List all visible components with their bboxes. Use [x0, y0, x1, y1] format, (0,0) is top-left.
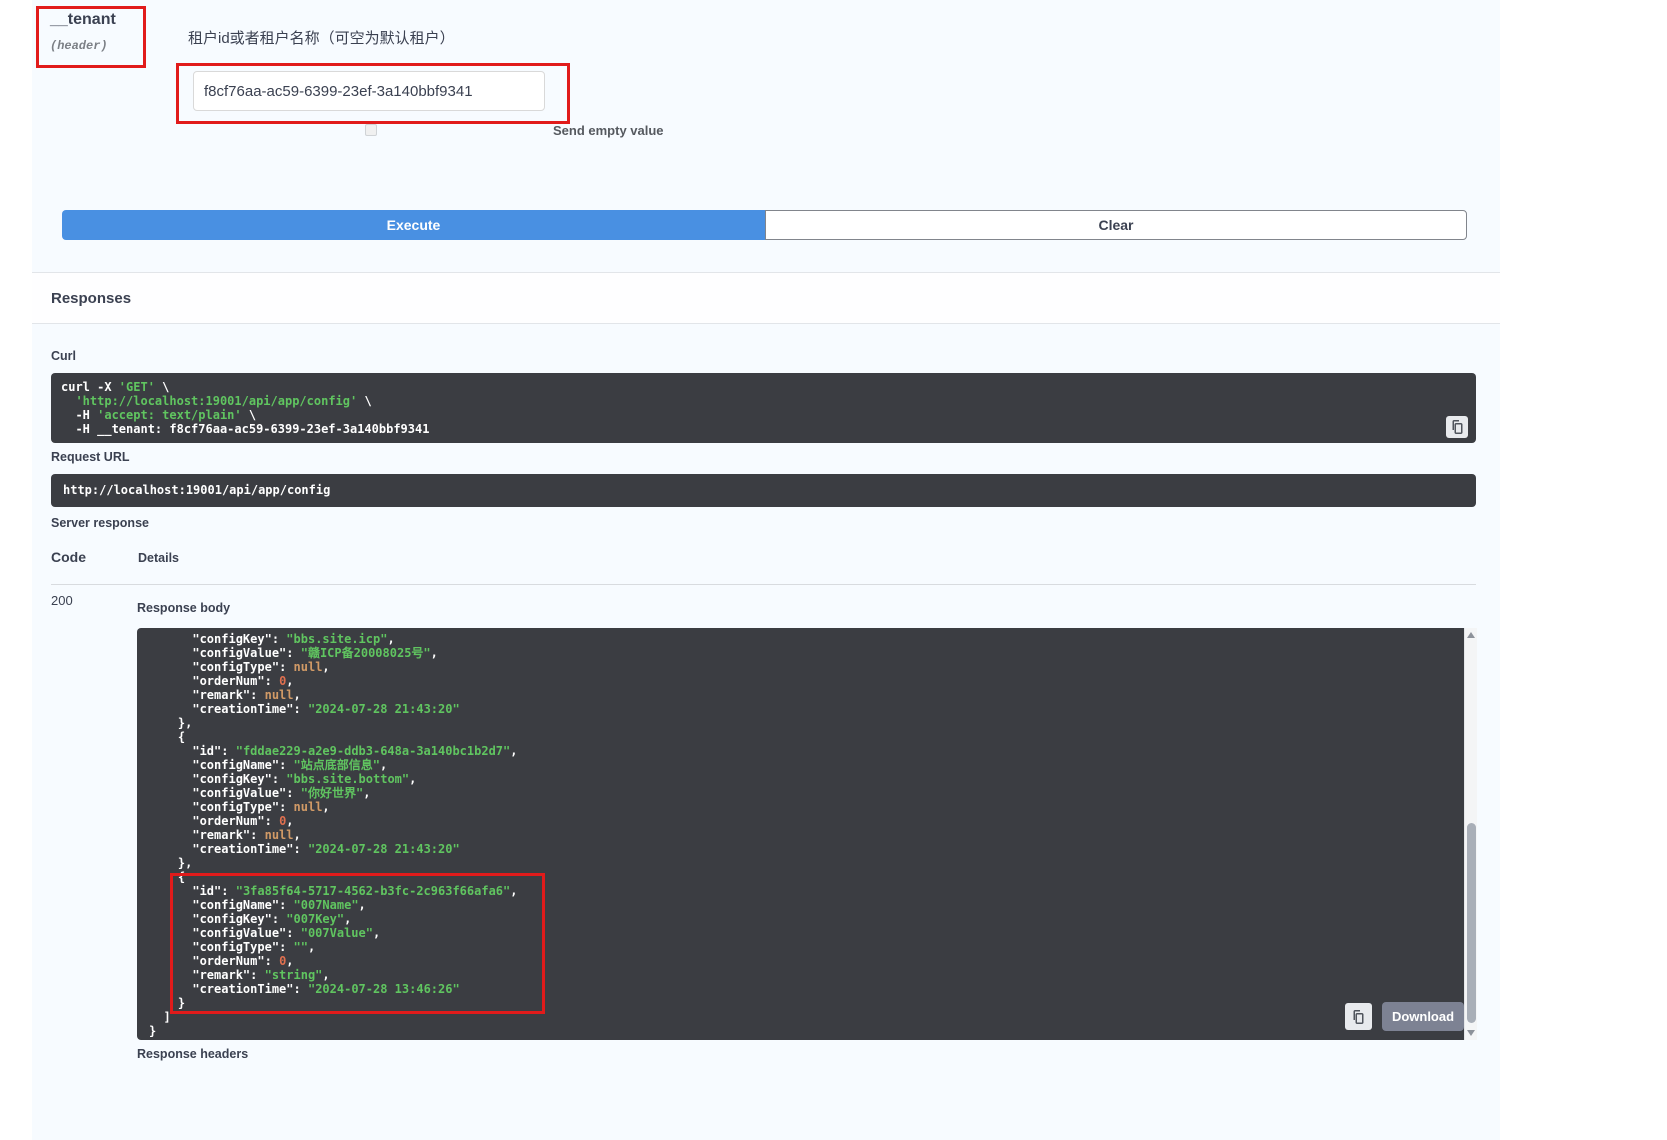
code-column-header: Code — [51, 549, 86, 565]
server-response-label: Server response — [51, 516, 149, 530]
scroll-down-icon[interactable] — [1467, 1030, 1475, 1036]
clipboard-icon — [1352, 1010, 1365, 1024]
scrollbar[interactable] — [1464, 628, 1477, 1040]
table-header-divider — [51, 584, 1476, 585]
send-empty-value-checkbox[interactable] — [365, 124, 377, 136]
response-headers-label: Response headers — [137, 1047, 248, 1061]
tenant-value-input[interactable] — [193, 71, 545, 111]
parameter-name: __tenant — [50, 11, 116, 29]
download-button[interactable]: Download — [1382, 1002, 1464, 1031]
response-status-code: 200 — [51, 593, 73, 608]
response-body-label: Response body — [137, 601, 230, 615]
details-column-header: Details — [138, 551, 179, 565]
api-operation-block: __tenant (header) 租户id或者租户名称（可空为默认租户） Se… — [32, 0, 1500, 1140]
curl-command-code: curl -X 'GET' \ 'http://localhost:19001/… — [51, 373, 1476, 443]
request-url-label: Request URL — [51, 450, 129, 464]
responses-section-header: Responses — [32, 272, 1500, 324]
scrollbar-thumb[interactable] — [1467, 823, 1476, 1023]
curl-label: Curl — [51, 349, 76, 363]
response-body-json: "configKey": "bbs.site.icp", "configValu… — [137, 628, 1464, 1040]
copy-button[interactable] — [1446, 416, 1468, 438]
responses-title: Responses — [51, 290, 131, 307]
parameter-location: (header) — [50, 39, 108, 53]
swagger-ui-screen: __tenant (header) 租户id或者租户名称（可空为默认租户） Se… — [0, 0, 1667, 1140]
scroll-up-icon[interactable] — [1467, 632, 1475, 638]
clear-button[interactable]: Clear — [765, 210, 1467, 240]
response-body-container: "configKey": "bbs.site.icp", "configValu… — [137, 628, 1477, 1040]
send-empty-value-label: Send empty value — [553, 123, 664, 138]
copy-button[interactable] — [1345, 1003, 1372, 1030]
request-url-value: http://localhost:19001/api/app/config — [51, 474, 1476, 507]
parameter-description: 租户id或者租户名称（可空为默认租户） — [188, 27, 455, 48]
execute-button[interactable]: Execute — [62, 210, 765, 240]
clipboard-icon — [1451, 420, 1464, 434]
